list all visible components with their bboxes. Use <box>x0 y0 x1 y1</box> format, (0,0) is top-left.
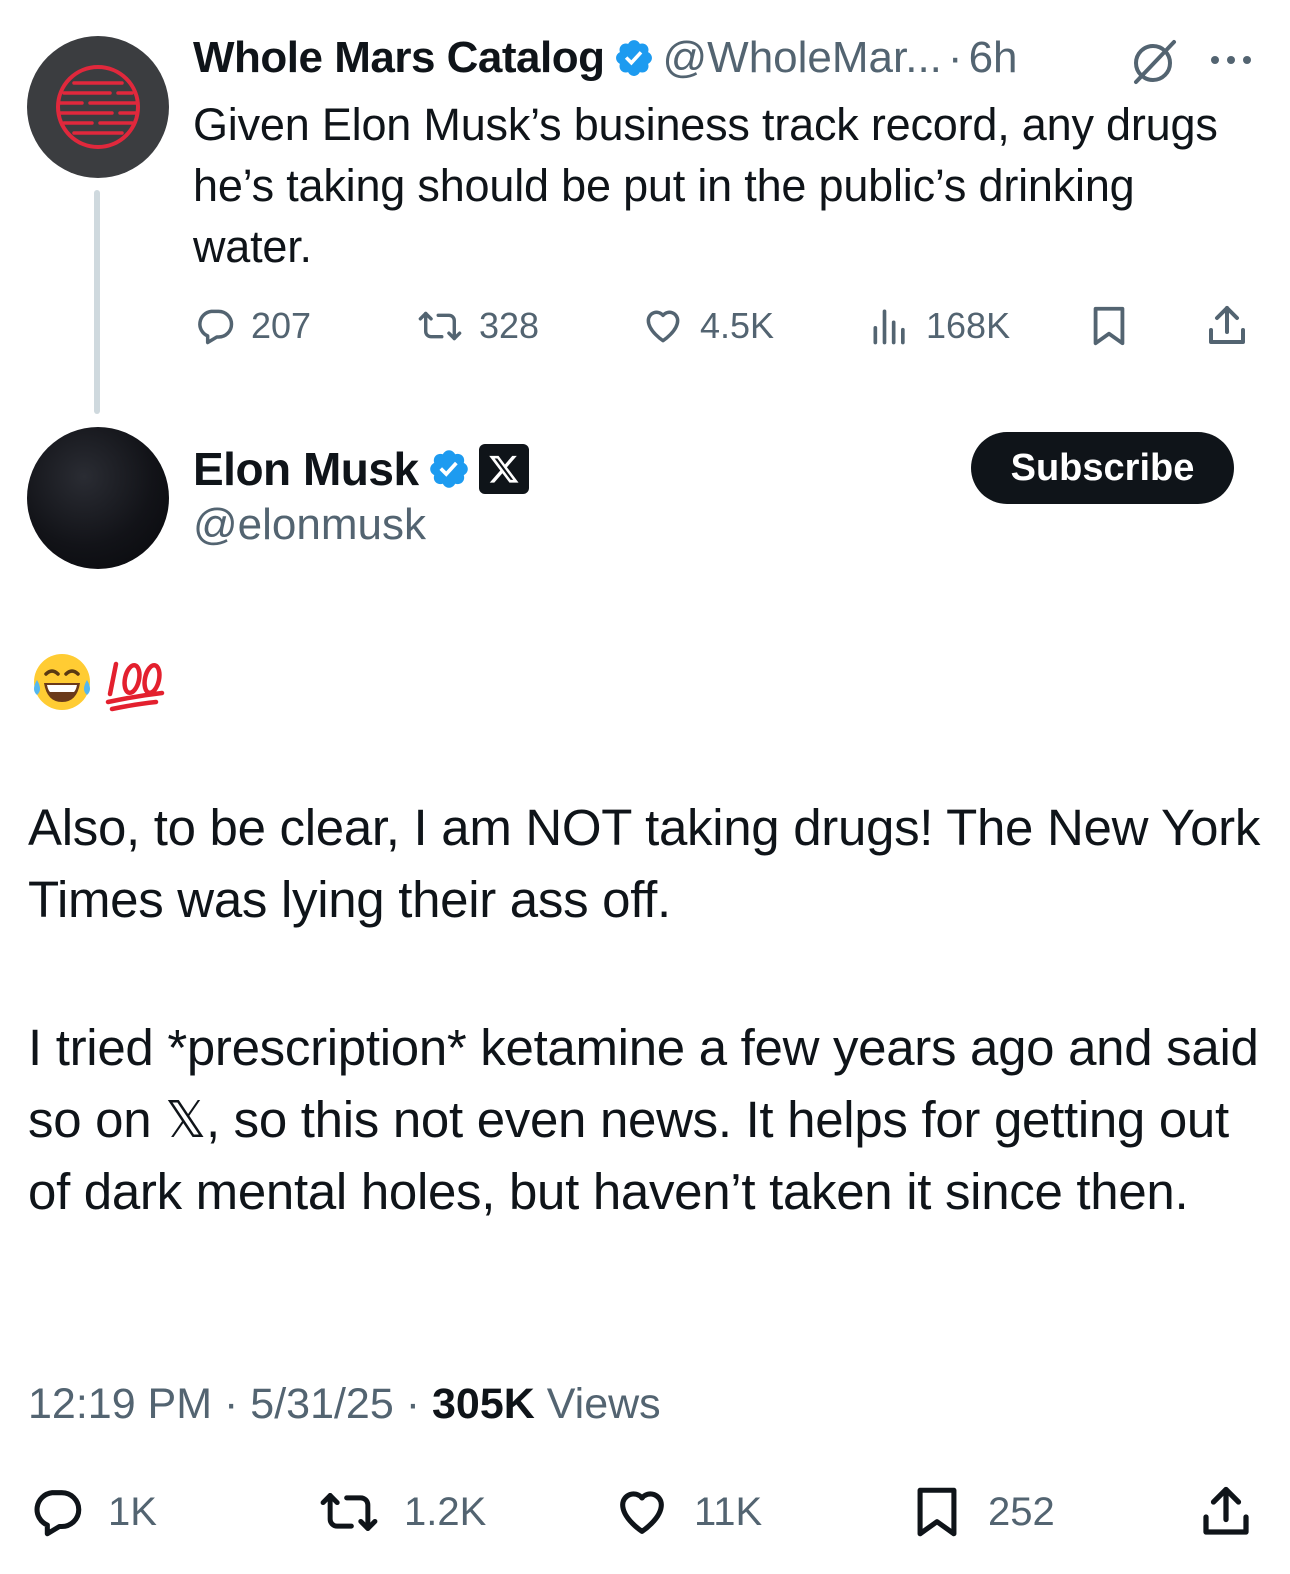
parent-timestamp[interactable]: 6h <box>969 33 1018 83</box>
repost-button[interactable]: 328 <box>415 300 539 352</box>
parent-display-name[interactable]: Whole Mars Catalog <box>193 33 605 83</box>
tweet-metadata: 12:19 PM · 5/31/25 · 305K Views <box>28 1380 661 1429</box>
more-icon[interactable] <box>1207 50 1255 70</box>
reply-count: 1K <box>108 1489 157 1534</box>
share-icon <box>1203 1486 1249 1535</box>
tweet-paragraph-1: Also, to be clear, I am NOT taking drugs… <box>28 799 1261 928</box>
views-label: Views <box>546 1380 661 1428</box>
bookmark-icon <box>1093 306 1125 346</box>
verified-badge-icon <box>613 37 655 79</box>
repost-icon <box>320 1493 378 1531</box>
main-tweet-actions: 1K 1.2K 11K 252 <box>28 1480 1258 1544</box>
share-button[interactable] <box>1203 300 1251 352</box>
views-button[interactable]: 168K <box>868 300 1010 352</box>
repost-count: 1.2K <box>404 1489 487 1534</box>
main-display-name[interactable]: Elon Musk <box>193 442 419 496</box>
parent-handle[interactable]: @WholeMar... <box>663 33 942 83</box>
grok-icon[interactable] <box>1128 36 1180 88</box>
separator-dot: · <box>947 33 963 82</box>
tweet-date[interactable]: 5/31/25 <box>250 1380 393 1428</box>
repost-count: 328 <box>479 305 540 346</box>
view-count: 168K <box>926 305 1011 346</box>
bookmark-icon <box>917 1487 957 1537</box>
separator-dot: · <box>224 1380 239 1428</box>
reply-count: 207 <box>251 305 312 346</box>
repost-button[interactable]: 1.2K <box>316 1480 486 1544</box>
bookmark-button[interactable] <box>1086 300 1132 352</box>
main-handle[interactable]: @elonmusk <box>193 500 426 550</box>
share-icon <box>1209 306 1245 344</box>
x-link[interactable]: 𝕏 <box>165 1091 206 1148</box>
repost-icon <box>418 311 462 341</box>
paragraph-2-text-end: , so this not even news. It helps for ge… <box>28 1091 1229 1220</box>
like-count: 11K <box>694 1489 763 1534</box>
share-button[interactable] <box>1196 1480 1256 1544</box>
parent-tweet-actions: 207 328 4.5K 168K <box>193 300 1253 352</box>
like-button[interactable]: 11K <box>612 1480 762 1544</box>
reply-icon <box>198 309 234 345</box>
verified-badge-icon <box>427 447 471 491</box>
elon-musk-avatar[interactable] <box>27 427 169 569</box>
whole-mars-logo-icon <box>56 65 140 149</box>
tears-of-joy-emoji-icon <box>34 654 90 710</box>
heart-icon <box>646 310 680 343</box>
tweet-time[interactable]: 12:19 PM <box>28 1380 212 1428</box>
thread-connector-line <box>94 190 100 414</box>
emoji-reaction <box>30 650 168 714</box>
heart-icon <box>620 1491 664 1534</box>
separator-dot: · <box>405 1380 421 1428</box>
bookmark-count: 252 <box>988 1489 1055 1534</box>
parent-tweet-header: Whole Mars Catalog @WholeMar... · 6h <box>193 28 1018 88</box>
total-views-count: 305K <box>432 1380 535 1428</box>
reply-icon <box>34 1490 82 1537</box>
like-button[interactable]: 4.5K <box>640 300 774 352</box>
reply-button[interactable]: 207 <box>193 300 311 352</box>
views-chart-icon <box>873 309 905 345</box>
main-tweet-header: Elon Musk <box>193 438 529 500</box>
bookmark-button[interactable]: 252 <box>908 1480 1055 1544</box>
reply-button[interactable]: 1K <box>28 1480 157 1544</box>
tweet-paragraph-2: I tried *prescription* ketamine a few ye… <box>28 1012 1268 1228</box>
whole-mars-avatar[interactable] <box>27 36 169 178</box>
like-count: 4.5K <box>700 305 775 346</box>
hundred-points-emoji-icon <box>105 661 165 712</box>
parent-tweet-text: Given Elon Musk’s business track record,… <box>193 99 1218 272</box>
subscribe-button[interactable]: Subscribe <box>971 432 1234 504</box>
x-affiliate-badge-icon <box>478 444 529 494</box>
